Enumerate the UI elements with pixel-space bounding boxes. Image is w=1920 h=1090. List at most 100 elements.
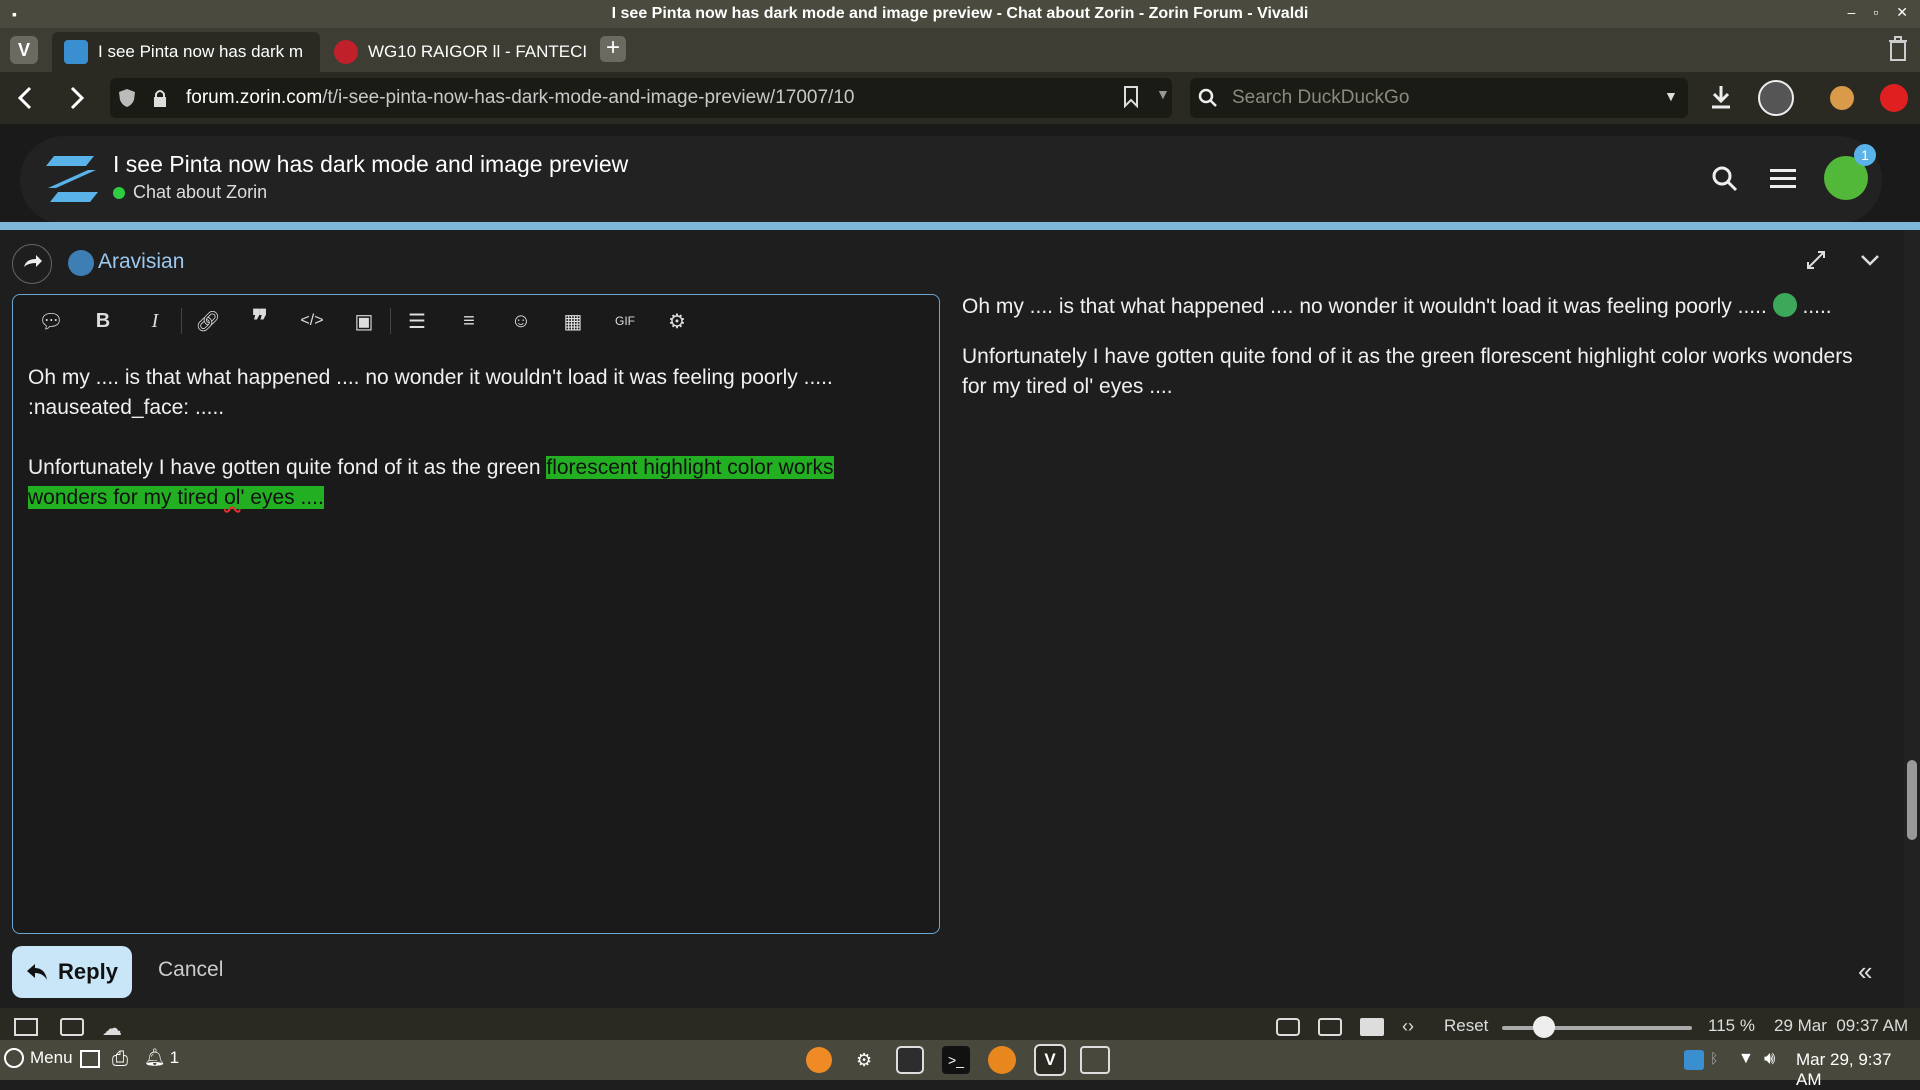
settings-app-icon[interactable]: ⚙ <box>856 1050 872 1071</box>
volume-icon[interactable]: 🔊︎ <box>1764 1048 1775 1069</box>
editor-textarea[interactable]: Oh my .... is that what happened .... no… <box>28 363 928 513</box>
topic-title[interactable]: I see Pinta now has dark mode and image … <box>113 151 628 178</box>
reply-button[interactable]: Reply <box>12 946 132 998</box>
zorin-logo[interactable] <box>44 154 100 204</box>
editor-line-2: :nauseated_face: ..... <box>28 396 225 419</box>
emoji-icon[interactable]: ☺ <box>495 301 547 341</box>
address-field[interactable]: forum.zorin.com/t/i-see-pinta-now-has-da… <box>110 78 1172 118</box>
editor-line-1: Oh my .... is that what happened .... no… <box>28 366 833 389</box>
vivaldi-icon[interactable]: V <box>10 36 38 64</box>
new-tab-icon[interactable]: + <box>600 36 626 62</box>
italic-icon[interactable]: I <box>129 301 181 341</box>
gear-icon[interactable]: ⚙ <box>651 301 703 341</box>
tab-tiling-icon[interactable] <box>60 1018 84 1036</box>
image-icon[interactable]: ▣ <box>338 301 390 341</box>
editor-toolbar: 💬︎ B I 🔗︎ ❞ </> ▣ ☰ ≡ ☺ ▦ GIF ⚙ <box>13 295 939 347</box>
forum-header: I see Pinta now has dark mode and image … <box>0 124 1920 232</box>
spellcheck-word[interactable]: ol <box>224 486 241 509</box>
download-icon[interactable] <box>1710 84 1732 110</box>
window-titlebar: I see Pinta now has dark mode and image … <box>0 0 1920 28</box>
notification-badge[interactable]: 1 <box>1854 144 1876 166</box>
text-editor-icon[interactable] <box>896 1046 924 1074</box>
composer-grip[interactable] <box>0 222 1920 230</box>
notif-count: 1 <box>169 1048 180 1067</box>
zorin-update-icon[interactable] <box>1684 1050 1704 1070</box>
media-player-icon[interactable] <box>806 1047 832 1073</box>
terminal-icon[interactable]: >_ <box>942 1046 970 1074</box>
camera-icon[interactable] <box>1276 1018 1300 1036</box>
link-icon[interactable]: 🔗︎ <box>182 301 234 341</box>
search-engine-icon[interactable] <box>1198 88 1218 108</box>
topic-category[interactable]: Chat about Zorin <box>113 182 267 203</box>
bookmark-icon[interactable] <box>1124 86 1138 108</box>
window-icon[interactable] <box>1318 1018 1342 1036</box>
url-dropdown-icon[interactable]: ▼ <box>1156 86 1170 102</box>
collapse-preview-icon[interactable]: « <box>1858 956 1872 987</box>
editor-paragraph-2: Unfortunately I have gotten quite fond o… <box>28 453 928 513</box>
editor-highlight-1: florescent highlight color works <box>546 456 834 479</box>
minimize-icon[interactable]: – <box>1848 4 1856 21</box>
quote-icon[interactable]: ❞ <box>234 301 286 341</box>
numbered-list-icon[interactable]: ≡ <box>443 301 495 341</box>
terminal-launcher-icon[interactable] <box>80 1050 100 1068</box>
nauseated-face-icon <box>1772 293 1797 317</box>
profile-icon[interactable] <box>1758 80 1794 116</box>
page-scrollbar[interactable] <box>1904 230 1920 1010</box>
search-placeholder: Search DuckDuckGo <box>1232 87 1410 108</box>
panel-datetime[interactable]: Mar 29, 9:37 AM <box>1796 1050 1920 1090</box>
zorin-menu-icon <box>4 1048 24 1068</box>
close-icon[interactable]: ✕ <box>1896 4 1908 21</box>
maximize-icon[interactable]: ▫ <box>1873 4 1878 21</box>
gif-icon[interactable]: GIF <box>599 301 651 341</box>
scrollbar-thumb[interactable] <box>1907 760 1917 840</box>
url-path: /t/i-see-pinta-now-has-dark-mode-and-ima… <box>322 87 855 108</box>
xfce-icon[interactable] <box>988 1046 1016 1074</box>
window-menu-icon[interactable]: ▪ <box>12 6 24 22</box>
zoom-reset-button[interactable]: Reset <box>1444 1016 1488 1036</box>
bold-icon[interactable]: B <box>77 301 129 341</box>
bluetooth-icon[interactable]: ᛒ <box>1710 1050 1718 1066</box>
tab-label: I see Pinta now has dark m <box>98 42 304 61</box>
stop-icon[interactable] <box>1880 84 1908 112</box>
reply-to-user[interactable]: Aravisian <box>98 250 184 274</box>
calendar-icon[interactable]: ▦ <box>547 301 599 341</box>
sync-cloud-icon[interactable]: ☁ <box>102 1016 122 1041</box>
wifi-icon[interactable]: ▼ <box>1738 1050 1754 1068</box>
lock-icon[interactable] <box>152 88 168 108</box>
tab-pinta[interactable]: I see Pinta now has dark m <box>52 32 320 72</box>
shield-icon[interactable] <box>118 88 136 108</box>
images-icon[interactable] <box>1360 1018 1384 1036</box>
preview-paragraph-2: Unfortunately I have gotten quite fond o… <box>962 345 1853 398</box>
search-icon[interactable] <box>1712 166 1738 192</box>
reply-arrow-icon[interactable] <box>12 244 52 284</box>
status-clock: 29 Mar 09:37 AM <box>1774 1016 1909 1035</box>
zoom-slider-knob[interactable] <box>1532 1016 1555 1038</box>
composer-panel: Aravisian 💬︎ B I 🔗︎ ❞ </> ▣ ☰ ≡ ☺ ▦ GIF … <box>0 230 1920 1018</box>
cookie-icon[interactable] <box>1830 86 1854 110</box>
menu-button[interactable]: Menu <box>4 1048 73 1068</box>
vivaldi-taskbar-icon[interactable]: V <box>1034 1044 1066 1076</box>
search-field[interactable]: Search DuckDuckGo <box>1190 78 1688 118</box>
back-icon[interactable] <box>14 84 38 112</box>
printer-icon[interactable]: ⎙ <box>112 1048 128 1071</box>
address-bar-row: forum.zorin.com/t/i-see-pinta-now-has-da… <box>0 72 1920 124</box>
notifications-indicator[interactable]: 🔔︎ 1 <box>144 1048 179 1068</box>
speech-bubble-icon[interactable]: 💬︎ <box>25 301 77 341</box>
system-panel: Menu ⎙ 🔔︎ 1 ⚙ >_ V ᛒ ▼ 🔊︎ Mar 29, 9:37 A… <box>0 1040 1920 1089</box>
collapse-icon[interactable] <box>1860 252 1880 268</box>
code-icon[interactable]: </> <box>286 301 338 341</box>
window-list-icon[interactable] <box>1080 1046 1110 1074</box>
header-pill <box>20 136 1882 224</box>
zoom-slider[interactable] <box>1502 1026 1692 1030</box>
panel-toggle-icon[interactable] <box>14 1018 38 1036</box>
cancel-button[interactable]: Cancel <box>158 958 223 982</box>
page-actions-icon[interactable]: ‹› <box>1402 1016 1414 1037</box>
trash-icon[interactable] <box>1888 36 1908 62</box>
expand-icon[interactable] <box>1806 250 1826 270</box>
bullet-list-icon[interactable]: ☰ <box>391 301 443 341</box>
forward-icon[interactable] <box>64 84 88 112</box>
tab-raigor[interactable]: WG10 RAIGOR ll - FANTECI <box>322 32 588 72</box>
search-dropdown-icon[interactable]: ▼ <box>1664 88 1678 104</box>
menu-icon[interactable] <box>1770 168 1796 190</box>
user-avatar-small <box>68 250 94 276</box>
